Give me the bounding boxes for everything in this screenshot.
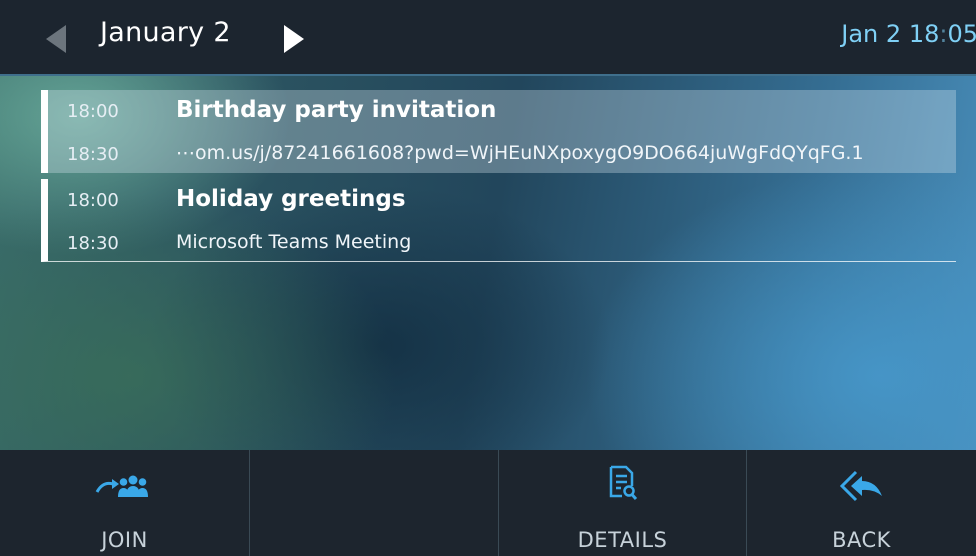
details-document-search-icon [608,464,638,506]
back-button[interactable]: BACK [747,450,976,556]
event-end-time: 18:30 [67,144,119,165]
status-clock: Jan 2 18:05 [841,20,976,48]
event-title: Birthday party invitation [176,97,497,123]
back-arrow-icon [839,470,884,506]
join-people-icon [95,472,155,506]
back-label: BACK [832,528,891,552]
date-title: January 2 [100,17,231,48]
empty-softkey[interactable] [250,450,499,556]
event-end-time: 18:30 [67,233,119,254]
clock-separator: : [939,20,948,48]
previous-day-button[interactable] [44,24,68,54]
event-item-holiday-greetings[interactable]: 18:00 18:30 Holiday greetings Microsoft … [41,179,956,262]
next-day-button[interactable] [282,24,306,54]
right-triangle-icon [284,25,304,53]
clock-date: Jan 2 [841,20,902,48]
clock-minute: 05 [947,20,976,48]
event-start-time: 18:00 [67,190,119,211]
calendar-screen: January 2 Jan 2 18:05 18:00 18:30 Birthd… [0,0,976,556]
event-subtitle: Microsoft Teams Meeting [176,231,412,253]
event-subtitle: ⋯om.us/j/87241661608?pwd=WjHEuNXpoxygO9D… [176,142,864,164]
softkey-bar: JOIN DETAILS BACK [0,450,976,556]
event-title: Holiday greetings [176,186,406,212]
event-item-birthday-party[interactable]: 18:00 18:30 Birthday party invitation ⋯o… [41,90,956,173]
event-list: 18:00 18:30 Birthday party invitation ⋯o… [0,76,976,450]
event-start-time: 18:00 [67,101,119,122]
details-label: DETAILS [577,528,668,552]
header-bar: January 2 Jan 2 18:05 [0,0,976,76]
clock-hour: 18 [908,20,940,48]
join-label: JOIN [101,528,148,552]
join-button[interactable]: JOIN [0,450,250,556]
details-button[interactable]: DETAILS [499,450,747,556]
left-triangle-icon [46,25,66,53]
